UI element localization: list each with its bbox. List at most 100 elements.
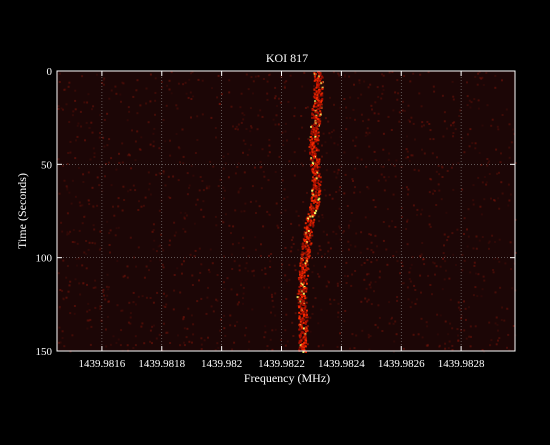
noise-pixel: [307, 138, 310, 140]
noise-pixel: [472, 294, 475, 297]
noise-pixel: [386, 208, 389, 211]
noise-pixel: [324, 265, 327, 268]
noise-pixel: [63, 179, 66, 182]
noise-pixel: [266, 80, 269, 83]
signal-pixel: [297, 292, 300, 295]
noise-pixel: [425, 321, 428, 324]
signal-pixel: [298, 346, 301, 349]
noise-pixel: [464, 307, 467, 310]
noise-pixel: [188, 78, 191, 81]
noise-pixel: [468, 306, 470, 309]
noise-pixel: [423, 263, 426, 266]
noise-pixel: [321, 216, 324, 219]
noise-pixel: [355, 334, 358, 337]
noise-pixel: [463, 217, 466, 220]
noise-pixel: [412, 204, 415, 207]
signal-pixel: [303, 271, 306, 274]
noise-pixel: [472, 203, 475, 206]
noise-pixel: [432, 138, 435, 141]
noise-pixel: [293, 264, 296, 267]
noise-pixel: [105, 345, 108, 348]
noise-pixel: [245, 73, 248, 76]
noise-pixel: [366, 247, 369, 250]
noise-pixel: [92, 206, 95, 209]
noise-pixel: [231, 268, 234, 270]
noise-pixel: [100, 319, 103, 322]
noise-pixel: [283, 85, 286, 88]
noise-pixel: [91, 186, 94, 189]
noise-pixel: [355, 136, 358, 139]
noise-pixel: [417, 333, 420, 336]
noise-pixel: [185, 336, 188, 339]
signal-pixel: [299, 262, 302, 265]
noise-pixel: [73, 305, 76, 307]
noise-pixel: [201, 180, 204, 182]
signal-pixel: [314, 212, 317, 215]
signal-pixel: [319, 80, 322, 82]
signal-pixel: [317, 139, 320, 142]
noise-pixel: [66, 233, 69, 236]
noise-pixel: [67, 152, 70, 154]
noise-pixel: [396, 98, 399, 101]
noise-pixel: [134, 189, 137, 192]
signal-pixel: [298, 306, 301, 309]
noise-pixel: [500, 152, 502, 155]
noise-pixel: [419, 255, 422, 258]
noise-pixel: [253, 274, 255, 277]
noise-pixel: [134, 344, 137, 347]
noise-pixel: [94, 279, 97, 282]
noise-pixel: [212, 165, 215, 168]
noise-pixel: [217, 74, 220, 77]
noise-pixel: [344, 274, 346, 277]
noise-pixel: [216, 96, 219, 99]
noise-pixel: [369, 281, 372, 284]
noise-pixel: [96, 176, 99, 179]
signal-pixel: [315, 86, 318, 89]
noise-pixel: [63, 88, 66, 91]
signal-pixel: [313, 88, 316, 91]
waterfall-chart: KOI 817 1439.9816 1439.9818 1439.982 1439.9…: [0, 0, 550, 445]
noise-pixel: [94, 286, 97, 289]
noise-pixel: [223, 255, 226, 258]
noise-pixel: [66, 265, 69, 267]
noise-pixel: [280, 211, 283, 214]
noise-pixel: [184, 230, 187, 233]
noise-pixel: [370, 261, 373, 264]
noise-pixel: [243, 171, 246, 174]
noise-pixel: [382, 165, 385, 168]
noise-pixel: [158, 209, 161, 212]
noise-pixel: [168, 239, 171, 242]
noise-pixel: [345, 261, 348, 264]
noise-pixel: [240, 92, 243, 95]
noise-pixel: [262, 78, 265, 80]
noise-pixel: [293, 174, 296, 177]
noise-pixel: [510, 141, 513, 144]
noise-pixel: [274, 123, 277, 126]
noise-pixel: [436, 156, 438, 159]
signal-pixel: [313, 80, 316, 82]
noise-pixel: [175, 133, 178, 135]
noise-pixel: [409, 267, 412, 270]
noise-pixel: [469, 325, 472, 328]
noise-pixel: [483, 198, 486, 201]
noise-pixel: [452, 98, 455, 101]
noise-pixel: [369, 286, 372, 289]
noise-pixel: [90, 325, 93, 328]
noise-pixel: [68, 284, 71, 287]
noise-pixel: [241, 112, 244, 115]
noise-pixel: [376, 86, 379, 89]
signal-pixel: [296, 296, 299, 299]
noise-pixel: [275, 202, 278, 205]
noise-pixel: [106, 294, 109, 297]
noise-pixel: [260, 187, 263, 190]
signal-pixel: [305, 282, 308, 285]
noise-pixel: [293, 106, 296, 109]
noise-pixel: [212, 310, 215, 313]
noise-pixel: [152, 248, 155, 251]
x-tick-label: 1439.9818: [138, 358, 185, 370]
noise-pixel: [83, 215, 86, 218]
noise-pixel: [447, 236, 449, 238]
noise-pixel: [463, 300, 465, 303]
noise-pixel: [367, 272, 370, 275]
noise-pixel: [352, 108, 355, 111]
